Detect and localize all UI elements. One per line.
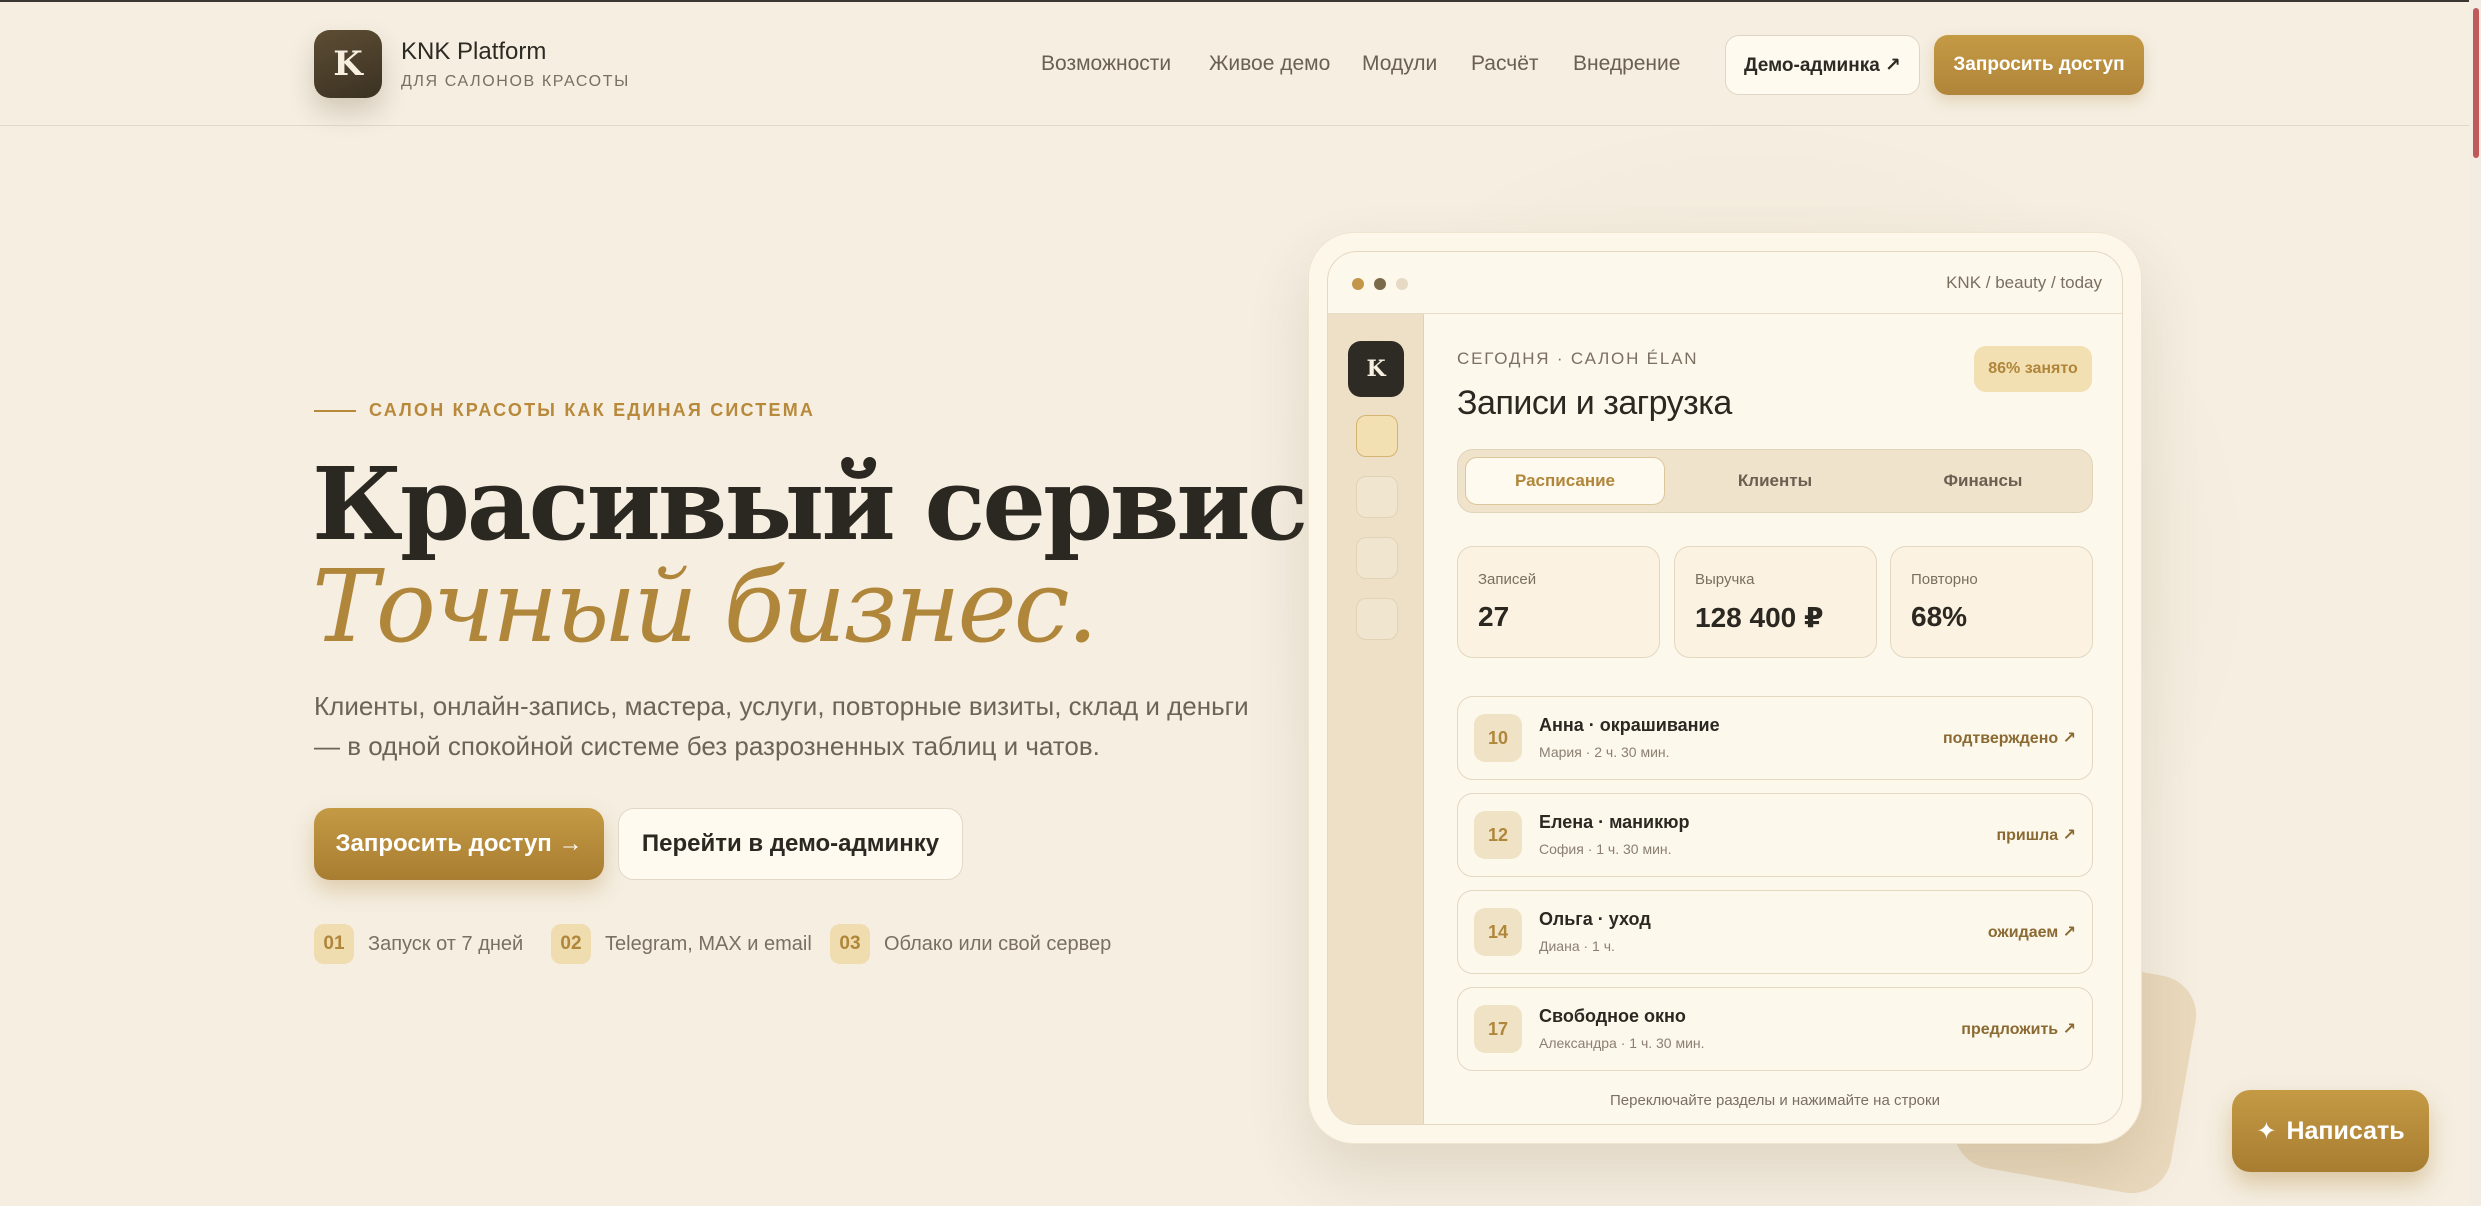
appointment-row[interactable]: 14 Ольга · уход Диана · 1 ч. ожидаем ↗ [1457,890,2093,974]
feature-channels: 02 Telegram, MAX и email [551,924,812,964]
brand-name[interactable]: KNK Platform [401,38,546,66]
appointment-details: Александра · 1 ч. 30 мин. [1539,1035,1705,1051]
mockup-sidebar: K [1328,314,1424,1124]
appointment-details: Диана · 1 ч. [1539,938,1615,954]
tab-clients[interactable]: Клиенты [1675,457,1875,505]
stat-repeat: Повторно 68% [1890,546,2093,658]
appointment-time: 14 [1474,908,1522,956]
mockup-main: СЕГОДНЯ · САЛОН ÉLAN Записи и загрузка 8… [1424,314,2122,1124]
stat-label: Записей [1478,571,1537,588]
mockup-tabs: Расписание Клиенты Финансы [1457,449,2093,513]
feature-hosting: 03 Облако или свой сервер [830,924,1111,964]
appointment-title: Анна · окрашивание [1539,715,1720,735]
tab-schedule[interactable]: Расписание [1465,457,1665,505]
nav-modules[interactable]: Модули [1362,52,1437,76]
feature-text: Запуск от 7 дней [368,932,524,955]
tab-finance[interactable]: Финансы [1883,457,2083,505]
appointment-details: София · 1 ч. 30 мин. [1539,841,1672,857]
hero-title-line2: Точный бизнес. [312,548,1098,665]
site-header: K KNK Platform ДЛЯ САЛОНОВ КРАСОТЫ Возмо… [0,2,2469,126]
appointment-title: Свободное окно [1539,1006,1686,1026]
appointment-status[interactable]: подтверждено ↗ [1943,728,2076,748]
appointment-row[interactable]: 12 Елена · маникюр София · 1 ч. 30 мин. … [1457,793,2093,877]
hero-demo-admin-button[interactable]: Перейти в демо-админку [618,808,963,880]
appointment-title: Ольга · уход [1539,909,1651,929]
mockup-logo[interactable]: K [1348,341,1404,397]
appointment-details: Мария · 2 ч. 30 мин. [1539,744,1670,760]
hero-lead: Клиенты, онлайн-запись, мастера, услуги,… [314,691,1249,761]
hero-eyebrow: САЛОН КРАСОТЫ КАК ЕДИНАЯ СИСТЕМА [369,400,816,420]
dashboard-mockup: KNK / beauty / today K СЕГОДНЯ · САЛОН É… [1308,232,2142,1144]
feature-number: 03 [830,924,870,964]
mockup-eyebrow: СЕГОДНЯ · САЛОН ÉLAN [1457,349,1699,368]
appointment-status[interactable]: пришла ↗ [1996,825,2076,845]
appointment-time: 10 [1474,714,1522,762]
appointment-status[interactable]: предложить ↗ [1961,1019,2076,1039]
mockup-screen: KNK / beauty / today K СЕГОДНЯ · САЛОН É… [1327,251,2123,1125]
stat-revenue: Выручка 128 400 ₽ [1674,546,1877,658]
chat-label: Написать [2286,1116,2405,1145]
feature-text: Telegram, MAX и email [605,932,812,955]
hero-title-line1: Красивый сервис. [312,445,1340,563]
mockup-title: Записи и загрузка [1457,384,1732,422]
window-dot-icon [1396,278,1408,290]
stat-label: Повторно [1911,571,1978,588]
demo-admin-button[interactable]: Демо-админка ↗ [1725,35,1920,95]
mockup-hint: Переключайте разделы и нажимайте на стро… [1610,1092,1940,1109]
stat-value: 128 400 ₽ [1695,602,1824,633]
nav-live-demo[interactable]: Живое демо [1209,52,1330,76]
sidebar-item[interactable] [1356,476,1398,518]
sidebar-item[interactable] [1356,537,1398,579]
feature-launch: 01 Запуск от 7 дней [314,924,523,964]
scrollbar-thumb[interactable] [2473,8,2479,158]
stat-label: Выручка [1695,571,1755,588]
appointment-time: 12 [1474,811,1522,859]
stat-value: 68% [1911,601,1968,632]
feature-number: 01 [314,924,354,964]
window-dot-icon [1352,278,1364,290]
stat-bookings: Записей 27 [1457,546,1660,658]
feature-number: 02 [551,924,591,964]
mockup-titlebar: KNK / beauty / today [1328,252,2122,314]
sidebar-item-active[interactable] [1356,415,1398,457]
appointment-row[interactable]: 10 Анна · окрашивание Мария · 2 ч. 30 ми… [1457,696,2093,780]
mockup-breadcrumb: KNK / beauty / today [1946,273,2102,292]
sidebar-item[interactable] [1356,598,1398,640]
feature-text: Облако или свой сервер [884,932,1112,955]
nav-implementation[interactable]: Внедрение [1573,52,1680,76]
request-access-button[interactable]: Запросить доступ [1934,35,2144,95]
appointment-status[interactable]: ожидаем ↗ [1988,922,2076,942]
sparkle-icon: ✦ [2256,1117,2277,1145]
nav-calculation[interactable]: Расчёт [1471,52,1539,76]
hero-request-access-button[interactable]: Запросить доступ → [314,808,604,880]
window-dot-icon [1374,278,1386,290]
scrollbar[interactable] [2469,0,2481,1206]
chat-button[interactable]: ✦ Написать [2232,1090,2429,1172]
appointment-title: Елена · маникюр [1539,812,1690,832]
nav-features[interactable]: Возможности [1041,52,1171,76]
occupancy-badge: 86% занято [1974,346,2092,392]
logo[interactable]: K [314,30,382,98]
appointment-row[interactable]: 17 Свободное окно Александра · 1 ч. 30 м… [1457,987,2093,1071]
stat-value: 27 [1478,601,1510,632]
appointment-time: 17 [1474,1005,1522,1053]
brand-subtitle: ДЛЯ САЛОНОВ КРАСОТЫ [401,73,630,90]
eyebrow-line [314,410,356,412]
